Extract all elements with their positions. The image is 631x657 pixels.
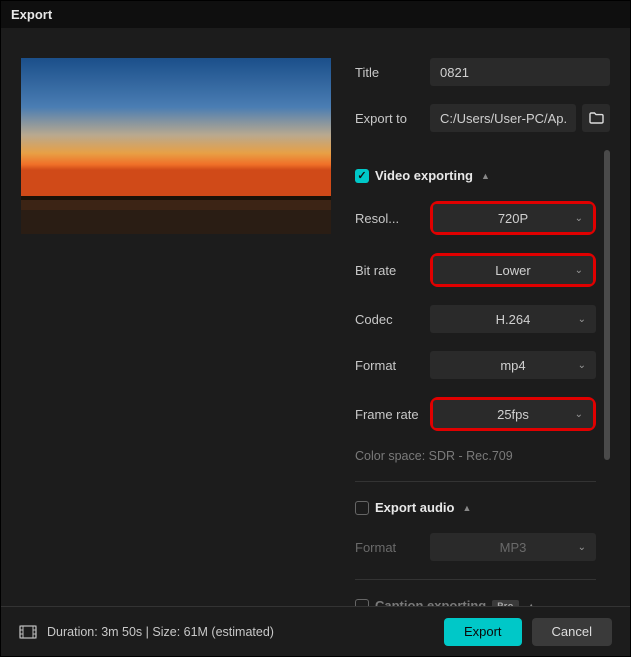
codec-dropdown[interactable]: H.264 ⌄: [430, 305, 596, 333]
scrollbar-thumb[interactable]: [604, 150, 610, 460]
chevron-down-icon: ⌄: [578, 360, 586, 371]
export-audio-checkbox[interactable]: [355, 501, 369, 515]
section-divider: [355, 481, 596, 482]
audio-format-label: Format: [355, 540, 430, 555]
framerate-value: 25fps: [497, 407, 529, 422]
export-button[interactable]: Export: [444, 618, 522, 646]
bitrate-dropdown[interactable]: Lower ⌄: [433, 256, 593, 284]
resolution-row: Resol... 720P ⌄: [355, 201, 596, 235]
codec-label: Codec: [355, 312, 430, 327]
section-divider: [355, 579, 596, 580]
format-label: Format: [355, 358, 430, 373]
resolution-label: Resol...: [355, 211, 430, 226]
format-row: Format mp4 ⌄: [355, 351, 596, 379]
format-dropdown[interactable]: mp4 ⌄: [430, 351, 596, 379]
caption-exporting-label: Caption exporting: [375, 598, 486, 606]
export-audio-label: Export audio: [375, 500, 454, 515]
scrollbar-track[interactable]: [604, 150, 610, 606]
framerate-dropdown[interactable]: 25fps ⌄: [433, 400, 593, 428]
window-title: Export: [1, 1, 630, 28]
settings-scroll-region: ✓ Video exporting ▲ Resol... 720P ⌄ Bit …: [355, 150, 610, 606]
colorspace-text: Color space: SDR - Rec.709: [355, 449, 596, 463]
chevron-down-icon: ⌄: [575, 213, 583, 224]
audio-format-dropdown: MP3 ⌄: [430, 533, 596, 561]
chevron-down-icon: ⌄: [578, 314, 586, 325]
export-audio-section-header[interactable]: Export audio ▲: [355, 500, 596, 515]
codec-row: Codec H.264 ⌄: [355, 305, 596, 333]
format-value: mp4: [500, 358, 525, 373]
framerate-row: Frame rate 25fps ⌄: [355, 397, 596, 431]
title-row: Title: [355, 58, 610, 86]
content-area: Title Export to: [1, 28, 630, 606]
duration-size-text: Duration: 3m 50s | Size: 61M (estimated): [47, 625, 274, 639]
browse-folder-button[interactable]: [582, 104, 610, 132]
video-exporting-label: Video exporting: [375, 168, 473, 183]
pro-badge: Pro: [492, 600, 519, 607]
collapse-caret-icon: ▲: [481, 171, 490, 181]
video-exporting-checkbox[interactable]: ✓: [355, 169, 369, 183]
folder-icon: [589, 112, 604, 124]
caption-exporting-section-header[interactable]: Caption exporting Pro ▲: [355, 598, 596, 606]
bitrate-value: Lower: [495, 263, 530, 278]
framerate-label: Frame rate: [355, 407, 430, 422]
video-exporting-section-header[interactable]: ✓ Video exporting ▲: [355, 168, 596, 183]
resolution-dropdown[interactable]: 720P ⌄: [433, 204, 593, 232]
audio-format-row: Format MP3 ⌄: [355, 533, 596, 561]
bitrate-row: Bit rate Lower ⌄: [355, 253, 596, 287]
export-dialog: Export: [0, 0, 631, 657]
resolution-value: 720P: [498, 211, 528, 226]
footer: Duration: 3m 50s | Size: 61M (estimated)…: [1, 606, 630, 656]
chevron-down-icon: ⌄: [575, 265, 583, 276]
chevron-down-icon: ⌄: [575, 409, 583, 420]
caption-exporting-checkbox[interactable]: [355, 599, 369, 607]
export-to-label: Export to: [355, 111, 430, 126]
export-path-input[interactable]: [430, 104, 576, 132]
title-label: Title: [355, 65, 430, 80]
film-strip-icon: [19, 625, 37, 639]
video-preview-thumbnail: [21, 58, 331, 234]
collapse-caret-icon: ▲: [462, 503, 471, 513]
cancel-button[interactable]: Cancel: [532, 618, 612, 646]
audio-format-value: MP3: [500, 540, 527, 555]
bitrate-label: Bit rate: [355, 263, 430, 278]
export-to-row: Export to: [355, 104, 610, 132]
collapse-caret-icon: ▲: [527, 601, 536, 607]
codec-value: H.264: [496, 312, 531, 327]
chevron-down-icon: ⌄: [578, 542, 586, 553]
form-column: Title Export to: [355, 58, 610, 596]
preview-column: [21, 58, 331, 596]
title-input[interactable]: [430, 58, 610, 86]
